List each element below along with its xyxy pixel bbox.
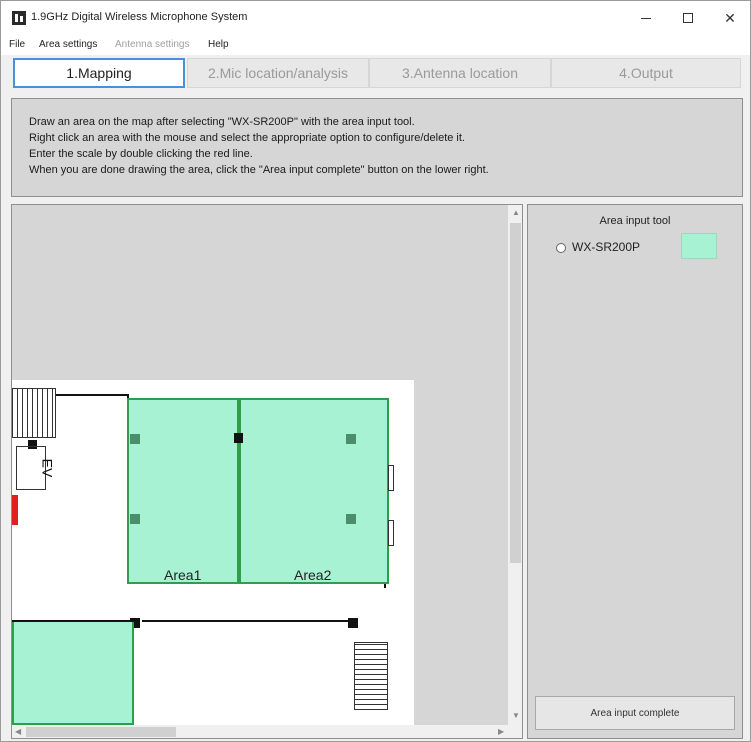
- door: [388, 520, 394, 546]
- area-2-label: Area2: [294, 567, 332, 583]
- scale-marker[interactable]: [12, 495, 18, 525]
- menu-antenna-settings[interactable]: Antenna settings: [115, 39, 190, 50]
- stairs-top: [12, 388, 56, 438]
- close-button[interactable]: ✕: [707, 1, 751, 35]
- wx-sr200p-label[interactable]: WX-SR200P: [572, 240, 640, 254]
- area-1-marker: [130, 514, 140, 524]
- app-window: 1.9GHz Digital Wireless Microphone Syste…: [0, 0, 751, 742]
- app-icon: [12, 11, 26, 25]
- area-1-marker: [130, 434, 140, 444]
- tab-mic-location-analysis[interactable]: 2.Mic location/analysis: [187, 58, 369, 88]
- wall: [142, 620, 352, 622]
- menu-help[interactable]: Help: [208, 39, 229, 50]
- area-1[interactable]: [127, 398, 239, 584]
- area-color-swatch: [681, 233, 717, 259]
- minimize-icon: [641, 17, 651, 19]
- tab-antenna-location[interactable]: 3.Antenna location: [369, 58, 551, 88]
- instruction-line: When you are done drawing the area, clic…: [29, 164, 489, 176]
- title-bar: 1.9GHz Digital Wireless Microphone Syste…: [1, 1, 750, 35]
- menu-area-settings[interactable]: Area settings: [39, 39, 97, 50]
- map-canvas[interactable]: EV Area1 Area2 ▲ ▼ ◀ ▶: [11, 204, 523, 739]
- tab-mapping[interactable]: 1.Mapping: [13, 58, 185, 88]
- area-2-marker: [346, 434, 356, 444]
- map-vertical-scrollbar[interactable]: ▲ ▼: [508, 205, 522, 725]
- area-input-tool-panel: Area input tool WX-SR200P Area input com…: [527, 204, 743, 739]
- scroll-down-icon[interactable]: ▼: [512, 711, 520, 720]
- door: [388, 465, 394, 491]
- elevator-label: EV: [39, 458, 56, 478]
- close-icon: ✕: [724, 9, 736, 26]
- window-title: 1.9GHz Digital Wireless Microphone Syste…: [31, 11, 248, 23]
- area-input-complete-button[interactable]: Area input complete: [535, 696, 735, 730]
- menu-bar: File Area settings Antenna settings Help: [1, 35, 750, 55]
- instructions-panel: Draw an area on the map after selecting …: [11, 98, 743, 197]
- area-2-marker: [346, 514, 356, 524]
- column: [234, 433, 243, 443]
- area-1-label: Area1: [164, 567, 202, 583]
- scroll-up-icon[interactable]: ▲: [512, 208, 520, 217]
- instruction-line: Draw an area on the map after selecting …: [29, 116, 415, 128]
- floor-plan[interactable]: EV Area1 Area2: [12, 380, 414, 725]
- tab-output[interactable]: 4.Output: [551, 58, 741, 88]
- tool-panel-title: Area input tool: [599, 215, 671, 227]
- map-horizontal-scroll-thumb[interactable]: [26, 727, 176, 737]
- menu-file[interactable]: File: [9, 39, 25, 50]
- map-horizontal-scrollbar[interactable]: ◀ ▶: [12, 725, 522, 738]
- maximize-icon: [683, 13, 693, 23]
- area-2[interactable]: [239, 398, 389, 584]
- stairs-bottom: [354, 642, 388, 710]
- instruction-line: Right click an area with the mouse and s…: [29, 132, 465, 144]
- scroll-right-icon[interactable]: ▶: [498, 727, 504, 736]
- area-3[interactable]: [12, 622, 134, 725]
- maximize-button[interactable]: [665, 1, 711, 35]
- minimize-button[interactable]: [623, 1, 669, 35]
- map-vertical-scroll-thumb[interactable]: [510, 223, 521, 563]
- instruction-line: Enter the scale by double clicking the r…: [29, 148, 253, 160]
- scroll-left-icon[interactable]: ◀: [15, 727, 21, 736]
- step-tabs: 1.Mapping 2.Mic location/analysis 3.Ante…: [11, 56, 743, 90]
- column: [348, 618, 358, 628]
- wx-sr200p-radio[interactable]: [556, 243, 566, 253]
